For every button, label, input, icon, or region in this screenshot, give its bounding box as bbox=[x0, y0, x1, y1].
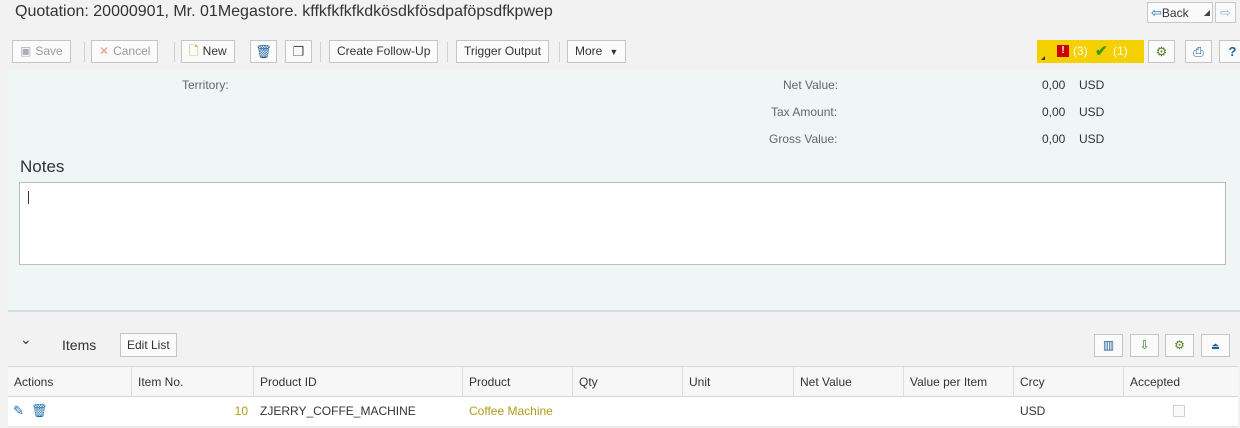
tax-amount-currency: USD bbox=[1079, 105, 1105, 119]
trash-icon: 🗑 bbox=[255, 44, 272, 59]
forward-button[interactable]: ⇨ bbox=[1215, 2, 1236, 23]
cancel-button[interactable]: ✕ Cancel bbox=[91, 40, 159, 63]
territory-label: Territory: bbox=[182, 78, 229, 92]
page-title: Quotation: 20000901, Mr. 01Megastore. kf… bbox=[15, 3, 553, 20]
table-personalize-button[interactable]: ⚙ bbox=[1165, 334, 1194, 357]
net-value-currency: USD bbox=[1079, 78, 1105, 92]
toolbar: ▣ Save ✕ Cancel 🗋 New 🗑 ❐ Create Follow-Up … bbox=[0, 36, 1240, 68]
qty-cell bbox=[573, 397, 683, 426]
error-icon: ! bbox=[1057, 45, 1069, 57]
expand-corner-icon bbox=[1041, 56, 1045, 60]
table-row[interactable]: ✎ 🗑 10 ZJERRY_COFFE_MACHINE Coffee Machi… bbox=[8, 397, 1238, 427]
tax-amount: 0,00 bbox=[1042, 105, 1066, 119]
item-no-cell: 10 bbox=[132, 397, 254, 426]
success-count: (1) bbox=[1113, 44, 1128, 58]
success-check-icon: ✔ bbox=[1095, 43, 1108, 60]
column-header-qty[interactable]: Qty bbox=[573, 367, 683, 397]
collapse-up-icon: ⏏ bbox=[1211, 341, 1220, 351]
arrow-left-icon: ⇦ bbox=[1151, 5, 1162, 20]
personalize-button[interactable]: ⚙ bbox=[1148, 40, 1175, 63]
export-button[interactable]: ⇩ bbox=[1130, 334, 1159, 357]
back-label: Back bbox=[1161, 6, 1189, 20]
column-header-product-id[interactable]: Product ID bbox=[254, 367, 463, 397]
toolbar-divider bbox=[559, 42, 560, 62]
edit-icon[interactable]: ✎ bbox=[13, 404, 27, 418]
edit-list-button[interactable]: Edit List bbox=[120, 333, 177, 357]
column-header-item-no[interactable]: Item No. bbox=[132, 367, 254, 397]
net-value-cell bbox=[794, 397, 904, 426]
title-bar: Quotation: 20000901, Mr. 01Megastore. kf… bbox=[0, 0, 1240, 28]
column-header-actions[interactable]: Actions bbox=[8, 367, 132, 397]
new-button[interactable]: 🗋 New bbox=[181, 40, 235, 63]
column-header-crcy[interactable]: Crcy bbox=[1014, 367, 1124, 397]
create-follow-up-button[interactable]: Create Follow-Up bbox=[329, 40, 439, 63]
help-button[interactable]: ? bbox=[1219, 40, 1240, 63]
items-title: Items bbox=[62, 337, 97, 353]
toolbar-divider bbox=[447, 42, 448, 62]
collapse-section-button[interactable]: ⏏ bbox=[1201, 334, 1230, 357]
person-wrench-icon: ⚙ bbox=[1174, 338, 1185, 352]
column-header-value-per-item[interactable]: Value per Item bbox=[904, 367, 1014, 397]
trash-icon[interactable]: 🗑 bbox=[31, 404, 48, 418]
person-wrench-icon: ⚙ bbox=[1155, 44, 1168, 59]
notes-heading: Notes bbox=[20, 157, 65, 176]
more-label: More bbox=[575, 44, 603, 58]
collapse-chevron-icon[interactable]: ⌄ bbox=[20, 331, 32, 348]
product-id-cell: ZJERRY_COFFE_MACHINE bbox=[260, 404, 416, 418]
toolbar-divider bbox=[84, 42, 85, 62]
unit-cell bbox=[683, 397, 794, 426]
accepted-checkbox[interactable] bbox=[1173, 405, 1185, 417]
gross-value: 0,00 bbox=[1042, 132, 1066, 146]
column-header-unit[interactable]: Unit bbox=[683, 367, 794, 397]
new-label: New bbox=[202, 44, 227, 58]
copy-button[interactable]: ❐ bbox=[285, 40, 312, 63]
new-document-icon: 🗋 bbox=[189, 44, 199, 58]
back-history-dropdown-icon[interactable]: ◢ bbox=[1204, 3, 1210, 22]
back-button[interactable]: ⇦Back ◢ bbox=[1147, 2, 1213, 23]
column-header-product[interactable]: Product bbox=[463, 367, 573, 397]
tax-amount-label: Tax Amount: bbox=[771, 105, 838, 119]
bar-chart-icon: ▥ bbox=[1102, 338, 1115, 352]
error-count: (3) bbox=[1073, 44, 1088, 58]
value-per-item-cell bbox=[904, 397, 1014, 426]
more-button[interactable]: More ▼ bbox=[567, 40, 627, 63]
toolbar-divider bbox=[320, 42, 321, 62]
table-header: Actions Item No. Product ID Product Qty … bbox=[8, 366, 1238, 397]
arrow-right-icon: ⇨ bbox=[1220, 5, 1231, 20]
printer-icon: ⎙ bbox=[1193, 44, 1204, 59]
save-icon: ▣ bbox=[20, 44, 32, 58]
crcy-cell: USD bbox=[1020, 404, 1046, 418]
messages-indicator[interactable]: ! (3) ✔ (1) bbox=[1037, 40, 1144, 63]
item-no-link[interactable]: 10 bbox=[235, 404, 248, 418]
print-button[interactable]: ⎙ bbox=[1185, 40, 1212, 63]
gross-value-currency: USD bbox=[1079, 132, 1105, 146]
save-label: Save bbox=[35, 44, 63, 58]
dropdown-arrow-icon: ▼ bbox=[609, 47, 619, 57]
export-icon: ⇩ bbox=[1139, 338, 1150, 352]
gross-value-label: Gross Value: bbox=[769, 132, 838, 146]
notes-textarea[interactable] bbox=[19, 182, 1226, 265]
cancel-icon: ✕ bbox=[99, 44, 110, 58]
text-cursor bbox=[28, 191, 29, 204]
column-header-net-value[interactable]: Net Value bbox=[794, 367, 904, 397]
net-value-label: Net Value: bbox=[783, 78, 839, 92]
net-value: 0,00 bbox=[1042, 78, 1066, 92]
cancel-label: Cancel bbox=[113, 44, 151, 58]
copy-icon: ❐ bbox=[292, 44, 305, 59]
help-icon: ? bbox=[1228, 44, 1237, 59]
chart-view-button[interactable]: ▥ bbox=[1094, 334, 1123, 357]
save-button[interactable]: ▣ Save bbox=[12, 40, 71, 63]
toolbar-divider bbox=[174, 42, 175, 62]
column-header-accepted[interactable]: Accepted bbox=[1124, 367, 1238, 397]
trigger-output-button[interactable]: Trigger Output bbox=[456, 40, 549, 63]
delete-button[interactable]: 🗑 bbox=[250, 40, 277, 63]
product-link[interactable]: Coffee Machine bbox=[463, 397, 573, 426]
